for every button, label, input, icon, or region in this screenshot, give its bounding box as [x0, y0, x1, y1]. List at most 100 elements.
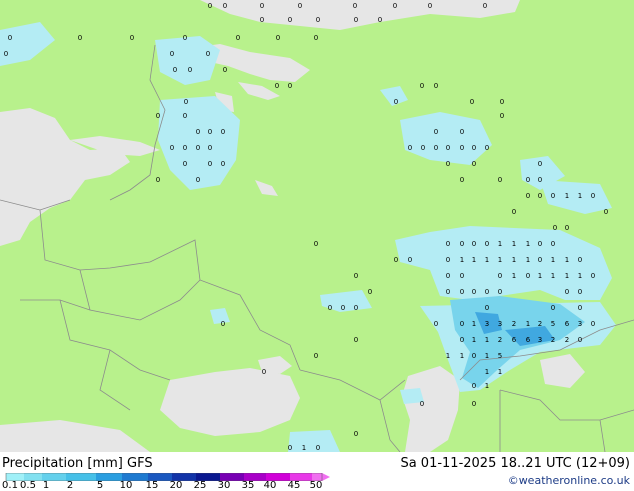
precip-value: 0: [196, 176, 200, 184]
precip-value: 1: [485, 352, 489, 360]
scale-tick-label: 50: [309, 480, 323, 491]
precip-value: 0: [314, 352, 318, 360]
precip-value: 0: [196, 128, 200, 136]
precip-value: 0: [512, 208, 516, 216]
precip-value: 0: [314, 34, 318, 42]
precip-value: 1: [526, 240, 530, 248]
precip-value: 0: [223, 66, 227, 74]
precip-value: 0: [260, 2, 264, 10]
precip-value: 0: [223, 2, 227, 10]
precipitation-map: 0 0 0 0 0 0 0 0 0 0 0 0 0 0 0 0 0 0 0 0 …: [0, 0, 634, 452]
precip-value: 0: [183, 144, 187, 152]
precip-value: 0: [434, 128, 438, 136]
precip-value: 6: [565, 320, 570, 328]
precip-value: 0: [472, 160, 476, 168]
precip-value: 0: [485, 288, 489, 296]
precip-value: 1: [460, 256, 464, 264]
precip-value: 1: [498, 240, 502, 248]
precip-value: 1: [565, 256, 569, 264]
precip-value: 0: [472, 400, 476, 408]
precip-value: 0: [298, 2, 302, 10]
precip-value: 0: [316, 444, 320, 452]
precip-value: 0: [460, 144, 464, 152]
precip-value: 0: [578, 304, 582, 312]
precip-value: 0: [446, 240, 450, 248]
precip-value: 1: [472, 256, 476, 264]
precip-value: 0: [591, 320, 595, 328]
forecast-datetime: Sa 01-11-2025 18..21 UTC (12+09): [400, 456, 630, 471]
precip-value: 0: [262, 368, 266, 376]
precip-value: 0: [221, 160, 225, 168]
precip-value: 0: [354, 304, 358, 312]
scale-tick-label: 40: [263, 480, 277, 491]
scale-tick-label: 20: [169, 480, 183, 491]
precip-value: 0: [170, 144, 174, 152]
scale-tick-label: 2: [66, 480, 74, 491]
scale-tick-label: 5: [96, 480, 104, 491]
precip-value: 0: [538, 240, 542, 248]
precip-value: 2: [551, 336, 555, 344]
precip-value: 0: [221, 320, 225, 328]
precip-value: 2: [512, 320, 516, 328]
precip-value: 0: [460, 128, 464, 136]
scale-arrow: [322, 473, 330, 481]
precip-value: 1: [565, 272, 569, 280]
precip-value: 0: [460, 272, 464, 280]
precip-value: 0: [183, 160, 187, 168]
precip-value: 0: [553, 224, 557, 232]
precip-value: 0: [206, 50, 210, 58]
precip-value: 1: [302, 444, 306, 452]
precip-value: 1: [526, 320, 530, 328]
precip-value: 0: [460, 288, 464, 296]
precip-value: 0: [498, 176, 502, 184]
precip-value: 0: [288, 444, 292, 452]
precip-value: 0: [538, 256, 542, 264]
scale-tick-label: 30: [217, 480, 231, 491]
precip-value: 0: [472, 382, 476, 390]
precip-value: 0: [498, 288, 502, 296]
credit-link[interactable]: ©weatheronline.co.uk: [508, 474, 630, 487]
precip-value: 1: [512, 256, 516, 264]
precip-value: 0: [354, 272, 358, 280]
precip-value: 0: [500, 112, 504, 120]
precip-value: 0: [551, 304, 555, 312]
scale-tick-label: 0.5: [20, 480, 36, 491]
precip-value: 0: [208, 160, 212, 168]
precip-value: 0: [604, 208, 608, 216]
precip-value: 0: [188, 66, 192, 74]
precip-value: 3: [498, 320, 502, 328]
precip-value: 6: [526, 336, 531, 344]
precip-value: 0: [485, 144, 489, 152]
precip-value: 0: [208, 2, 212, 10]
precip-value: 0: [460, 336, 464, 344]
precip-value: 0: [446, 272, 450, 280]
precip-value: 1: [485, 336, 489, 344]
precip-value: 0: [8, 34, 12, 42]
precip-value: 0: [260, 16, 264, 24]
scale-tick-label: 25: [193, 480, 207, 491]
precip-value: 0: [565, 288, 569, 296]
precip-value: 0: [196, 144, 200, 152]
precip-value: 0: [483, 2, 487, 10]
precip-value: 3: [485, 320, 489, 328]
precip-value: 0: [354, 430, 358, 438]
precip-value: 3: [538, 336, 542, 344]
precip-value: 0: [460, 320, 464, 328]
precip-value: 0: [578, 336, 582, 344]
precip-value: 0: [421, 144, 425, 152]
precip-value: 0: [420, 82, 424, 90]
precip-value: 0: [183, 34, 187, 42]
precip-value: 1: [578, 272, 582, 280]
precip-value: 0: [368, 288, 372, 296]
precip-value: 0: [314, 240, 318, 248]
precip-value: 0: [470, 98, 474, 106]
precip-value: 0: [236, 34, 240, 42]
scale-tick-label: 1: [42, 480, 50, 491]
precip-value: 0: [156, 112, 160, 120]
precip-value: 0: [472, 352, 476, 360]
precip-value: 0: [394, 98, 398, 106]
precip-value: 0: [184, 98, 188, 106]
precip-value: 0: [591, 192, 595, 200]
precip-value: 0: [485, 240, 489, 248]
precip-value: 1: [460, 352, 464, 360]
